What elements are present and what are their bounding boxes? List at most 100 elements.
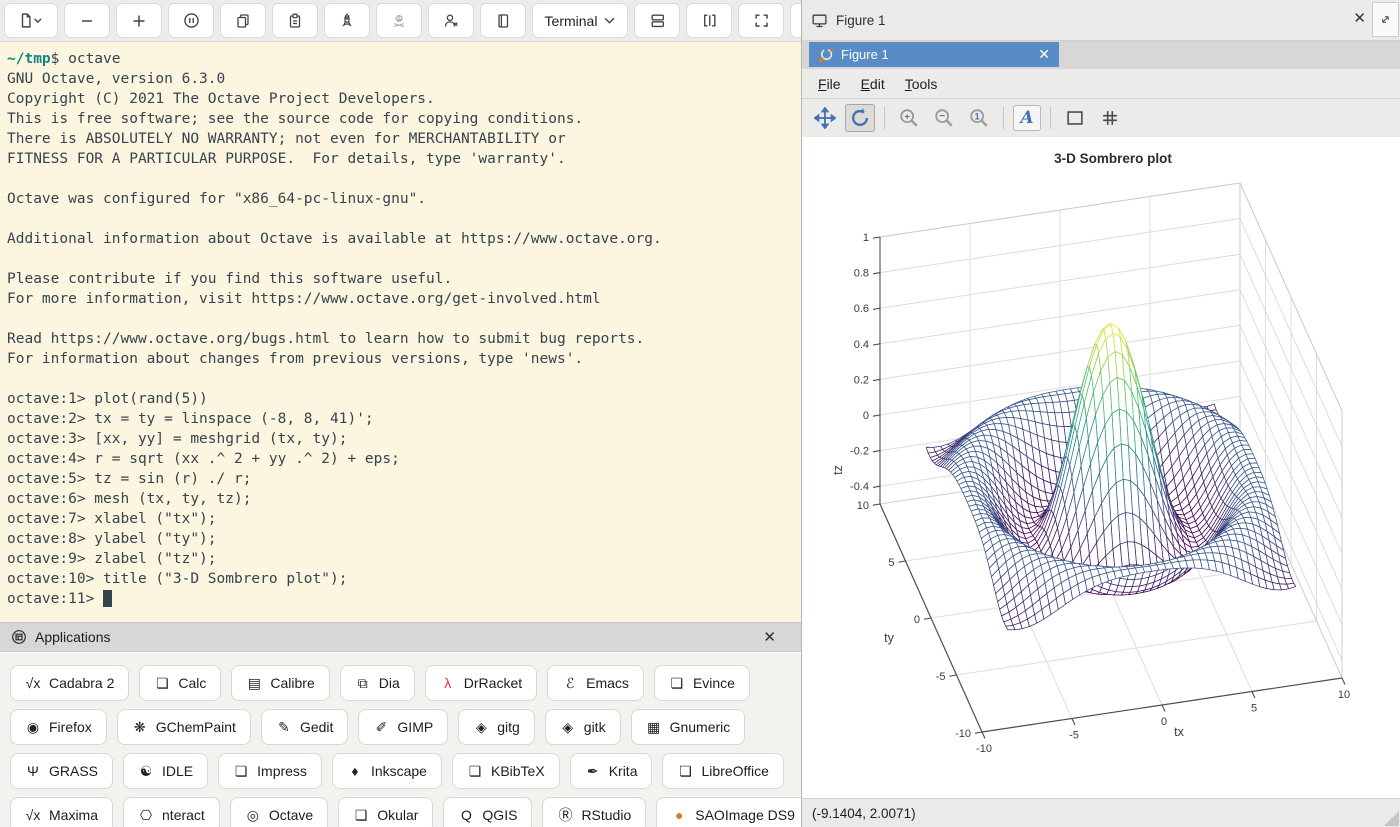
figure-outer-title: Figure 1 <box>836 13 886 28</box>
app-button-gnumeric[interactable]: ▦Gnumeric <box>631 709 746 745</box>
app-button-emacs[interactable]: ℰEmacs <box>547 665 644 701</box>
menu-edit[interactable]: Edit <box>852 73 894 95</box>
terminal-type-dropdown[interactable]: Terminal <box>532 3 628 38</box>
app-button-rstudio[interactable]: ⓇRStudio <box>542 797 646 827</box>
app-button-okular[interactable]: ❏Okular <box>338 797 433 827</box>
paste-button[interactable] <box>272 3 318 38</box>
new-tab-icon <box>16 12 46 29</box>
app-button-calc[interactable]: ❏Calc <box>139 665 221 701</box>
resize-grip[interactable] <box>1384 811 1399 826</box>
zoom-out-tool-button[interactable]: − <box>929 104 959 132</box>
app-label: Calibre <box>270 675 314 691</box>
detach-window-button[interactable] <box>1372 2 1399 37</box>
applications-icon <box>11 629 27 645</box>
app-button-inkscape[interactable]: ♦Inkscape <box>332 753 442 789</box>
split-vertical-icon <box>701 12 718 29</box>
svg-text:5: 5 <box>1251 703 1257 715</box>
app-button-gitk[interactable]: ◈gitk <box>545 709 621 745</box>
app-button-nteract[interactable]: ⎔nteract <box>123 797 220 827</box>
app-button-libreoffice[interactable]: ❏LibreOffice <box>662 753 783 789</box>
user-x-icon <box>443 13 459 29</box>
terminal-line: Octave was configured for "x86_64-pc-lin… <box>7 189 801 209</box>
pan-tool-button[interactable] <box>810 104 840 132</box>
lambda-icon: λ <box>440 675 456 691</box>
figure-statusbar: (-9.1404, 2.0071) <box>802 798 1400 827</box>
figure-pane-close-button[interactable]: ✕ <box>1353 9 1366 27</box>
terminal[interactable]: ~/tmp$ octave GNU Octave, version 6.3.0C… <box>0 42 801 622</box>
app-button-grass[interactable]: ΨGRASS <box>10 753 113 789</box>
figure-toolbar: + − 1 A <box>802 99 1400 137</box>
toggle-grid-button[interactable] <box>1095 104 1125 132</box>
app-button-krita[interactable]: ✒Krita <box>570 753 653 789</box>
app-button-maxima[interactable]: √xMaxima <box>10 797 113 827</box>
app-button-qgis[interactable]: QQGIS <box>443 797 532 827</box>
figure-window-close-button[interactable]: ✕ <box>1038 46 1050 63</box>
copy-icon <box>235 13 251 29</box>
app-button-drracket[interactable]: λDrRacket <box>425 665 537 701</box>
zoom-in-button[interactable] <box>116 3 162 38</box>
remove-user-button[interactable] <box>428 3 474 38</box>
app-button-kbibtex[interactable]: ❏KBibTeX <box>452 753 560 789</box>
launch-button[interactable] <box>324 3 370 38</box>
terminal-pane: Terminal ~/tmp$ octave GNU Octave, versi… <box>0 0 801 827</box>
autoscale-tool-button[interactable]: 1 <box>964 104 994 132</box>
app-button-saoimage-ds9[interactable]: ●SAOImage DS9 <box>656 797 801 827</box>
notebook-icon <box>495 13 511 29</box>
terminal-line <box>7 369 801 389</box>
app-button-gitg[interactable]: ◈gitg <box>458 709 535 745</box>
pan-icon <box>814 107 836 129</box>
app-label: LibreOffice <box>701 763 768 779</box>
app-button-idle[interactable]: ☯IDLE <box>123 753 208 789</box>
applications-close-button[interactable]: ✕ <box>763 628 776 646</box>
app-button-cadabra-2[interactable]: √x Cadabra 2 <box>10 665 129 701</box>
applications-grid: √x Cadabra 2 ❏Calc ▤Calibre ⧉Dia λDrRacket ℰEm… <box>0 653 801 827</box>
math-sqrt-icon: √x <box>25 807 41 823</box>
terminal-line <box>7 169 801 189</box>
app-button-firefox[interactable]: ◉Firefox <box>10 709 107 745</box>
notebook-button[interactable] <box>480 3 526 38</box>
app-button-octave[interactable]: ◎Octave <box>230 797 328 827</box>
split-vertical-button[interactable] <box>686 3 732 38</box>
qgis-icon: Q <box>458 807 474 823</box>
rotate-tool-button[interactable] <box>845 104 875 132</box>
menu-file[interactable]: File <box>809 73 850 95</box>
app-button-gchempaint[interactable]: ❋GChemPaint <box>117 709 251 745</box>
skull-crossbones-icon <box>391 13 407 29</box>
app-label: Octave <box>269 807 313 823</box>
molecule-icon: ❋ <box>132 719 148 736</box>
app-label: Emacs <box>586 675 629 691</box>
math-sqrt-icon: √x <box>25 675 41 691</box>
app-label: Cadabra 2 <box>49 675 114 691</box>
zoom-in-tool-button[interactable]: + <box>894 104 924 132</box>
app-button-gedit[interactable]: ✎Gedit <box>261 709 348 745</box>
firefox-icon: ◉ <box>25 719 41 736</box>
rstudio-icon: Ⓡ <box>557 805 573 825</box>
terminal-line: Please contribute if you find this softw… <box>7 269 801 289</box>
insert-text-button[interactable]: A <box>1013 105 1041 131</box>
new-tab-button[interactable] <box>4 3 58 38</box>
app-button-dia[interactable]: ⧉Dia <box>340 665 415 701</box>
svg-text:-5: -5 <box>936 671 946 683</box>
figure-canvas[interactable]: -10-505101050-5-1010.80.60.40.20-0.2-0.4… <box>802 137 1400 798</box>
terminal-line: octave:10> title ("3-D Sombrero plot"); <box>7 569 801 589</box>
kill-button[interactable] <box>376 3 422 38</box>
figure-window-titlebar[interactable]: Figure 1 ✕ <box>809 42 1059 67</box>
app-label: gitk <box>584 719 606 735</box>
svg-text:-0.4: -0.4 <box>850 481 869 493</box>
app-button-evince[interactable]: ❏Evince <box>654 665 750 701</box>
terminal-prompt-line: ~/tmp$ octave <box>7 49 801 69</box>
app-label: GRASS <box>49 763 98 779</box>
app-button-impress[interactable]: ❏Impress <box>218 753 322 789</box>
app-button-gimp[interactable]: ✐GIMP <box>358 709 448 745</box>
pdf-document-icon: ❏ <box>669 675 685 692</box>
toggle-axes-button[interactable] <box>1060 104 1090 132</box>
split-horizontal-button[interactable] <box>634 3 680 38</box>
zoom-out-button[interactable] <box>64 3 110 38</box>
presentation-icon: ❏ <box>233 763 249 780</box>
pause-button[interactable] <box>168 3 214 38</box>
menu-tools[interactable]: Tools <box>896 73 947 95</box>
fullscreen-button[interactable] <box>738 3 784 38</box>
copy-button[interactable] <box>220 3 266 38</box>
app-button-calibre[interactable]: ▤Calibre <box>231 665 329 701</box>
app-label: Inkscape <box>371 763 427 779</box>
